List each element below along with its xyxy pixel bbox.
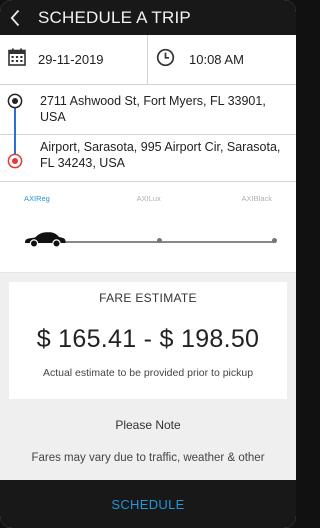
dropoff-address: Airport, Sarasota, 995 Airport Cir, Sara… xyxy=(40,140,281,170)
notice-title: Please Note xyxy=(115,418,181,432)
schedule-datetime: 29-11-2019 10:08 AM xyxy=(0,35,296,85)
vehicle-labels: AXIReg AXILux AXIBlack xyxy=(0,194,296,203)
fare-estimate-card: FARE ESTIMATE $ 165.41 - $ 198.50 Actual… xyxy=(9,282,287,399)
route-section: 2711 Ashwood St, Fort Myers, FL 33901, U… xyxy=(0,85,296,182)
time-picker[interactable]: 10:08 AM xyxy=(148,35,296,84)
page-title: SCHEDULE A TRIP xyxy=(38,7,191,27)
schedule-button[interactable]: SCHEDULE xyxy=(0,480,296,528)
fare-section: FARE ESTIMATE $ 165.41 - $ 198.50 Actual… xyxy=(0,273,296,488)
pickup-pin-icon xyxy=(7,93,23,114)
dropoff-pin-icon xyxy=(7,153,23,174)
vehicle-option-axireg[interactable]: AXIReg xyxy=(24,194,50,203)
fare-title: FARE ESTIMATE xyxy=(99,291,197,305)
car-icon[interactable] xyxy=(24,230,66,253)
date-picker[interactable]: 29-11-2019 xyxy=(0,35,148,84)
selected-time: 10:08 AM xyxy=(189,52,244,67)
pickup-address: 2711 Ashwood St, Fort Myers, FL 33901, U… xyxy=(40,94,266,124)
slider-stop-axilux[interactable] xyxy=(157,238,162,243)
calendar-icon xyxy=(8,48,26,71)
vehicle-option-axiblack[interactable]: AXIBlack xyxy=(242,194,272,203)
notice-text: Fares may vary due to traffic, weather &… xyxy=(31,452,265,464)
fare-amount: $ 165.41 - $ 198.50 xyxy=(36,325,260,353)
app-header: SCHEDULE A TRIP xyxy=(0,0,296,35)
fare-note: Actual estimate to be provided prior to … xyxy=(42,367,254,379)
vehicle-selector: AXIReg AXILux AXIBlack xyxy=(0,182,296,273)
chevron-left-icon[interactable] xyxy=(10,7,28,29)
schedule-trip-screen: SCHEDULE A TRIP 29-11-2019 10:08 AM 2711… xyxy=(0,0,296,528)
dropoff-location[interactable]: Airport, Sarasota, 995 Airport Cir, Sara… xyxy=(0,135,296,181)
schedule-button-label: SCHEDULE xyxy=(111,496,185,512)
slider-stop-axiblack[interactable] xyxy=(272,238,277,243)
selected-date: 29-11-2019 xyxy=(38,52,104,67)
vehicle-option-axilux[interactable]: AXILux xyxy=(137,194,161,203)
pickup-location[interactable]: 2711 Ashwood St, Fort Myers, FL 33901, U… xyxy=(0,85,296,135)
clock-icon xyxy=(156,48,175,72)
